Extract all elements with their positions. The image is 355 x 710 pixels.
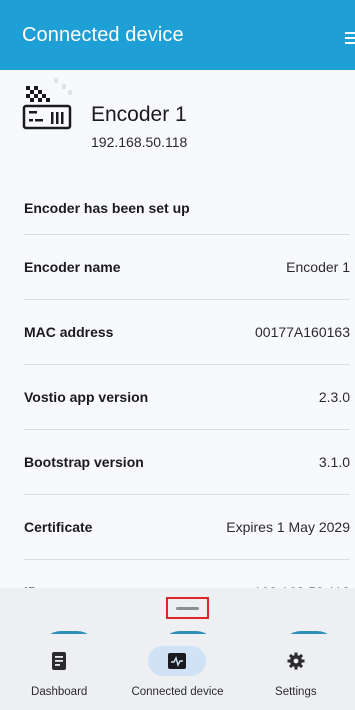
detail-label: MAC address [24, 324, 114, 340]
detail-label: Certificate [24, 519, 93, 535]
device-details-list: Encoder name Encoder 1 MAC address 00177… [24, 234, 350, 624]
nav-item-settings[interactable]: Settings [237, 634, 355, 710]
encoder-icon [22, 78, 72, 130]
detail-value: 3.1.0 [318, 454, 350, 470]
menu-icon[interactable] [345, 32, 355, 44]
nav-pill [267, 646, 325, 676]
detail-row-app-version: Vostio app version 2.3.0 [24, 364, 350, 429]
device-header: Encoder 1 192.168.50.118 [0, 70, 355, 170]
nav-item-dashboard[interactable]: Dashboard [0, 634, 118, 710]
detail-label: Bootstrap version [24, 454, 144, 470]
detail-row-certificate: Certificate Expires 1 May 2029 [24, 494, 350, 559]
activity-monitor-icon [168, 653, 187, 669]
nav-label: Settings [275, 686, 317, 698]
setup-status-title: Encoder has been set up [24, 200, 190, 216]
detail-value: 2.3.0 [318, 389, 350, 405]
drag-handle-highlight[interactable] [166, 597, 209, 619]
document-icon [52, 652, 67, 670]
page-title: Connected device [22, 23, 184, 46]
nav-label: Connected device [131, 686, 224, 698]
detail-value: Encoder 1 [286, 259, 350, 275]
detail-value: Expires 1 May 2029 [226, 519, 350, 535]
gear-icon [287, 652, 305, 670]
bottom-sheet[interactable] [0, 588, 355, 634]
detail-value: 00177A160163 [255, 324, 350, 340]
bottom-navigation: Dashboard Connected device Settings [0, 634, 355, 710]
detail-row-encoder-name: Encoder name Encoder 1 [24, 234, 350, 299]
nav-pill [30, 646, 88, 676]
device-name: Encoder 1 [91, 103, 187, 126]
device-ip: 192.168.50.118 [91, 134, 188, 150]
app-bar: Connected device [0, 0, 355, 70]
drag-handle[interactable] [176, 607, 199, 610]
detail-label: Encoder name [24, 259, 121, 275]
detail-label: Vostio app version [24, 389, 149, 405]
nav-label: Dashboard [31, 686, 88, 698]
nav-pill-active [148, 646, 207, 676]
detail-row-bootstrap-version: Bootstrap version 3.1.0 [24, 429, 350, 494]
detail-row-mac-address: MAC address 00177A160163 [24, 299, 350, 364]
nav-item-connected-device[interactable]: Connected device [118, 634, 236, 710]
